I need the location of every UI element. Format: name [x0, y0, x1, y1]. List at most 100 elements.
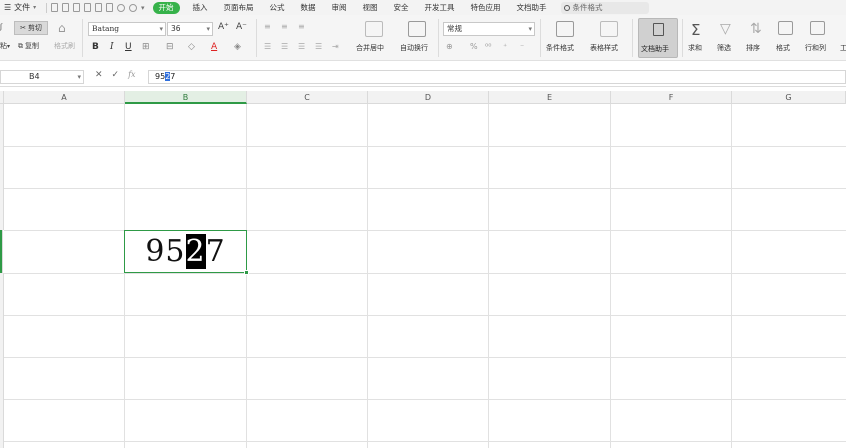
align-center-icon[interactable]: ☰: [281, 42, 288, 51]
italic-button[interactable]: I: [110, 42, 114, 52]
format-label[interactable]: 格式: [776, 43, 790, 53]
gridline: [4, 315, 846, 316]
align-left-icon[interactable]: ☰: [264, 42, 271, 51]
confirm-icon[interactable]: ✓: [112, 70, 120, 80]
shrink-font-button[interactable]: A⁻: [236, 22, 247, 32]
tab-view[interactable]: 视图: [355, 2, 386, 13]
underline-button[interactable]: U: [125, 42, 132, 52]
cell-editor-text[interactable]: 95 2 7: [125, 231, 246, 272]
wrap-text-label[interactable]: 自动换行: [400, 43, 428, 53]
filter-label[interactable]: 筛选: [717, 43, 731, 53]
sum-icon[interactable]: Σ: [691, 21, 700, 39]
paste-button[interactable]: ʃ: [0, 23, 2, 31]
active-cell-b4[interactable]: 95 2 7: [124, 230, 249, 275]
sort-label[interactable]: 排序: [746, 43, 760, 53]
export-pdf-icon[interactable]: [106, 3, 113, 12]
tab-security[interactable]: 安全: [386, 2, 417, 13]
number-format-select[interactable]: 常规: [443, 22, 535, 36]
thousands-separator-icon[interactable]: ⁰⁰: [485, 42, 491, 51]
merge-center-icon[interactable]: [365, 21, 383, 37]
sum-label[interactable]: 求和: [688, 43, 702, 53]
clear-format-icon[interactable]: ◈: [234, 42, 241, 52]
tab-special-apps[interactable]: 特色应用: [463, 2, 509, 13]
cell-text-selected: 2: [185, 234, 206, 269]
format-painter-icon[interactable]: ⌂: [58, 21, 66, 35]
align-right-icon[interactable]: ☰: [298, 42, 305, 51]
menu-icon: ☰: [4, 3, 12, 12]
open-folder-icon[interactable]: [62, 3, 69, 12]
save-icon[interactable]: [73, 3, 80, 12]
column-header-b[interactable]: B: [125, 91, 247, 104]
formula-input[interactable]: 9527: [148, 70, 846, 84]
tab-review[interactable]: 审阅: [324, 2, 355, 13]
tab-insert[interactable]: 插入: [185, 2, 216, 13]
table-style-icon[interactable]: [600, 21, 618, 37]
align-top-icon[interactable]: ≡: [264, 22, 271, 31]
file-menu[interactable]: ☰ 文件 ▾: [0, 2, 42, 13]
indent-icon[interactable]: ⇥: [332, 42, 339, 51]
gridline: [124, 104, 125, 448]
font-name-select[interactable]: Batang: [88, 22, 166, 36]
row-header[interactable]: [0, 104, 4, 230]
tab-data[interactable]: 数据: [293, 2, 324, 13]
name-box[interactable]: B4: [0, 70, 84, 84]
table-style-label[interactable]: 表格样式: [590, 43, 618, 53]
tab-developer[interactable]: 开发工具: [417, 2, 463, 13]
print-preview-icon[interactable]: [95, 3, 102, 12]
conditional-format-label[interactable]: 条件格式: [546, 43, 574, 53]
customize-toolbar-icon[interactable]: ▾: [141, 4, 145, 12]
align-middle-icon[interactable]: ≡: [281, 22, 288, 31]
undo-icon[interactable]: [117, 3, 125, 12]
grow-font-button[interactable]: A⁺: [218, 22, 229, 32]
font-color-button[interactable]: A: [211, 42, 217, 52]
conditional-format-icon[interactable]: [556, 21, 574, 37]
column-header-g[interactable]: G: [732, 91, 846, 104]
increase-decimal-icon[interactable]: ⁺: [503, 42, 507, 51]
cut-button[interactable]: ✂ 剪切: [14, 21, 48, 35]
tab-doc-assistant[interactable]: 文档助手: [509, 2, 555, 13]
row-col-icon[interactable]: [810, 21, 825, 35]
paste-label[interactable]: 粘: [0, 41, 7, 51]
row-header[interactable]: [0, 273, 4, 448]
chevron-down-icon: ▾: [33, 4, 37, 11]
tab-formulas[interactable]: 公式: [262, 2, 293, 13]
column-header-d[interactable]: D: [368, 91, 489, 104]
format-painter-label[interactable]: 格式刷: [54, 41, 75, 51]
font-size-select[interactable]: 36: [167, 22, 213, 36]
print-icon[interactable]: [84, 3, 91, 12]
column-header-a[interactable]: A: [4, 91, 125, 104]
currency-icon[interactable]: ⊕: [446, 42, 453, 51]
tab-page-layout[interactable]: 页面布局: [216, 2, 262, 13]
command-search[interactable]: 条件格式: [560, 1, 649, 14]
insert-function-button[interactable]: fx: [128, 70, 135, 80]
decrease-decimal-icon[interactable]: ⁻: [520, 42, 524, 51]
row-col-label[interactable]: 行和列: [805, 43, 826, 53]
new-document-icon[interactable]: [51, 3, 58, 12]
justify-icon[interactable]: ☰: [315, 42, 322, 51]
row-header-active[interactable]: [0, 230, 3, 273]
strikethrough-icon[interactable]: ⊟: [166, 42, 174, 52]
filter-icon[interactable]: ▽: [720, 21, 731, 37]
percent-icon[interactable]: %: [470, 42, 478, 51]
doc-assistant-label: 文档助手: [641, 45, 669, 53]
fill-handle[interactable]: [244, 270, 249, 275]
tab-start[interactable]: 开始: [152, 1, 180, 14]
copy-button[interactable]: ⧉ 复制: [18, 41, 39, 51]
file-menu-label: 文件: [14, 3, 31, 12]
doc-assistant-button[interactable]: 文档助手: [638, 18, 678, 58]
merge-center-label[interactable]: 合并居中: [356, 43, 384, 53]
wrap-text-icon[interactable]: [408, 21, 426, 37]
format-icon[interactable]: [778, 21, 793, 35]
worksheet-label[interactable]: 工: [840, 43, 846, 53]
column-header-e[interactable]: E: [489, 91, 611, 104]
bold-button[interactable]: B: [92, 42, 99, 52]
sort-icon[interactable]: ⇅: [750, 21, 762, 37]
cancel-icon[interactable]: ✕: [95, 70, 103, 80]
column-header-f[interactable]: F: [611, 91, 732, 104]
borders-icon[interactable]: ⊞: [142, 42, 150, 52]
align-bottom-icon[interactable]: ≡: [298, 22, 305, 31]
column-header-c[interactable]: C: [247, 91, 368, 104]
redo-icon[interactable]: [129, 3, 137, 12]
fill-color-icon[interactable]: ◇: [188, 42, 195, 52]
sheet-grid[interactable]: A B C D E F G 95 2 7: [0, 91, 846, 448]
